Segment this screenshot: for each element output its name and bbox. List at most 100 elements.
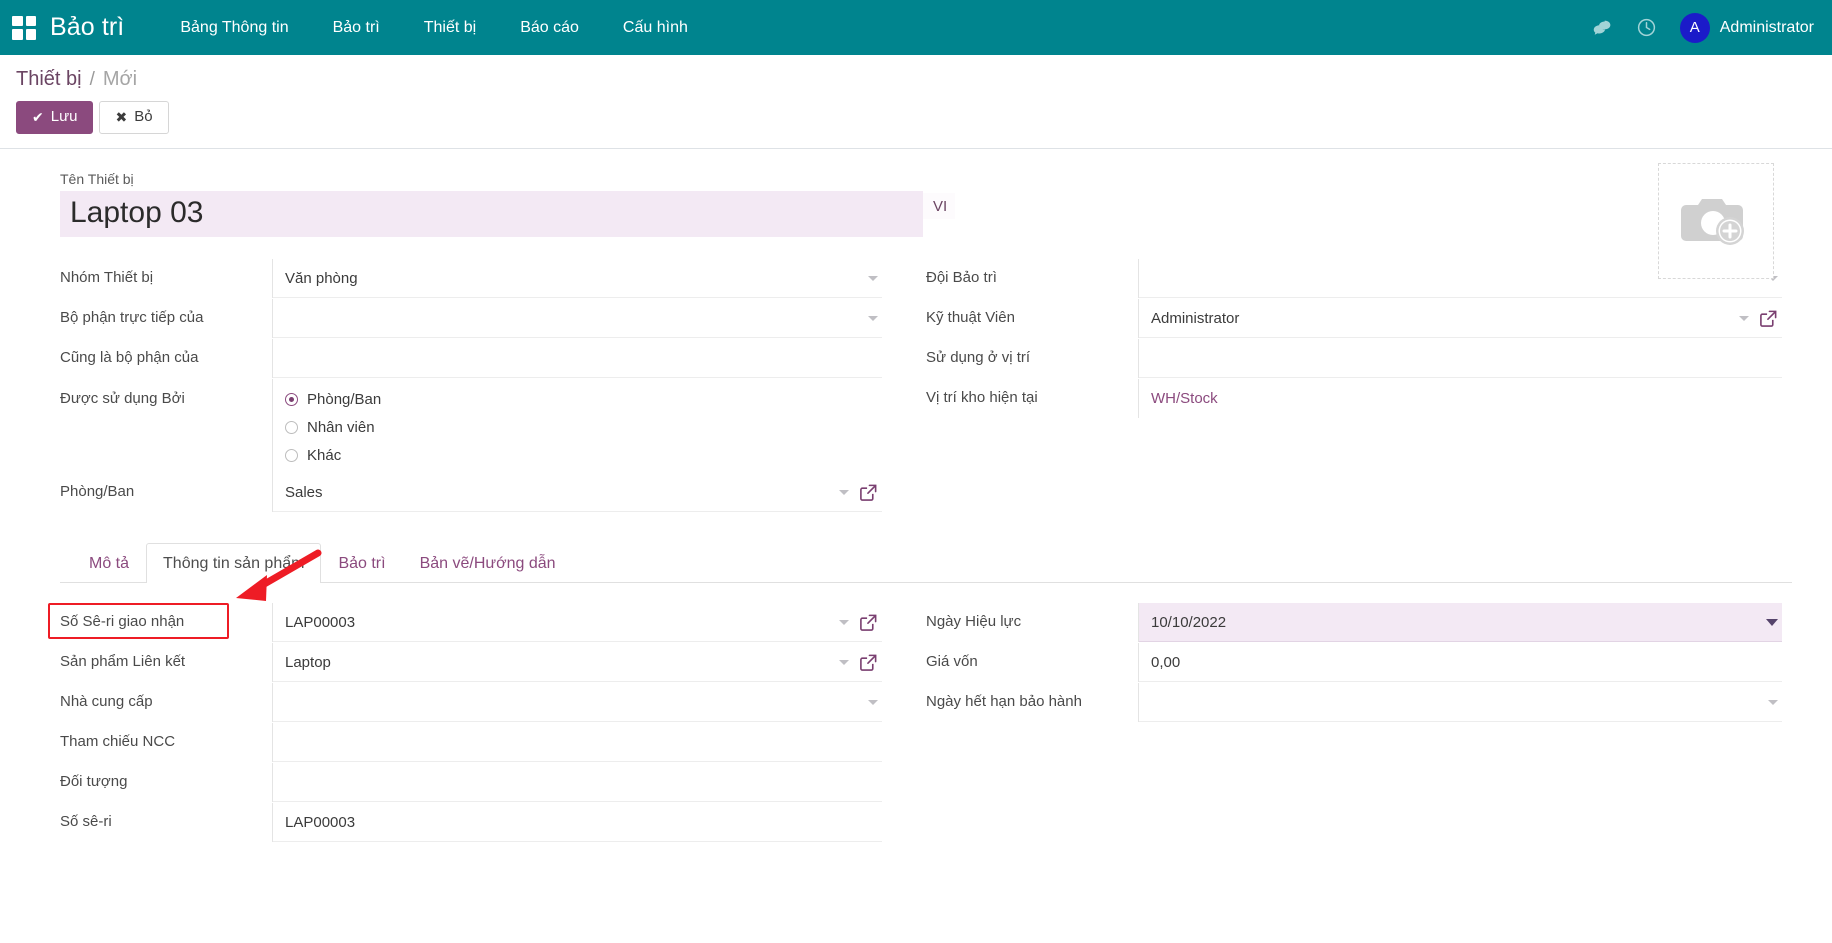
discard-button-label: Bỏ <box>134 108 153 125</box>
title-block: Tên Thiết bị VI <box>60 163 1792 279</box>
equipment-category-input-line[interactable] <box>273 259 882 298</box>
main-menu: Bảng Thông tin Bảo trì Thiết bị Báo cáo … <box>158 0 710 55</box>
chevron-down-icon[interactable] <box>839 619 849 625</box>
field-control <box>1138 643 1782 682</box>
breadcrumb-separator: / <box>89 69 95 90</box>
field-label: Cũng là bộ phận của <box>60 349 199 366</box>
menu-item-reporting[interactable]: Báo cáo <box>498 0 601 55</box>
technician-input[interactable] <box>1151 309 1729 327</box>
field-control <box>272 299 882 338</box>
vendor-reference-input-line[interactable] <box>273 723 882 762</box>
field-current-stock-location: Vị trí kho hiện tại WH/Stock <box>926 379 1782 419</box>
product-info-group: Số Sê-ri giao nhận LAP00003 Sản phẩm Liê… <box>60 603 1792 843</box>
equipment-name-row: VI <box>60 191 1792 237</box>
delivery-serial-input[interactable] <box>285 613 829 631</box>
user-name-label: Administrator <box>1719 18 1814 36</box>
chevron-down-icon[interactable] <box>839 489 849 495</box>
field-effective-date: Ngày Hiệu lực <box>926 603 1782 643</box>
warranty-expiration-input[interactable] <box>1151 693 1758 711</box>
apps-grid-square <box>25 29 36 40</box>
field-control <box>1138 339 1782 378</box>
direct-part-of-input[interactable] <box>285 309 858 327</box>
vendor-input-line[interactable] <box>273 683 882 722</box>
equipment-photo-upload[interactable] <box>1658 163 1774 279</box>
breadcrumb-current: Mới <box>102 68 138 90</box>
model-input[interactable] <box>285 773 878 791</box>
app-brand-title[interactable]: Bảo trì <box>50 13 124 42</box>
discard-button[interactable]: ✖ Bỏ <box>99 101 169 135</box>
department-input[interactable] <box>285 483 829 501</box>
notebook: Mô tả Thông tin sản phẩm Bảo trì Bản vẽ/… <box>48 543 1792 843</box>
field-label: Vị trí kho hiện tại <box>926 389 1038 406</box>
internal-link-icon[interactable] <box>859 653 878 672</box>
tab-drawings-manuals[interactable]: Bản vẽ/Hướng dẫn <box>403 543 573 583</box>
also-part-of-input[interactable] <box>285 349 878 367</box>
chevron-down-icon[interactable] <box>1768 699 1778 705</box>
tab-product-information[interactable]: Thông tin sản phẩm <box>146 543 322 583</box>
product-info-right-column: Ngày Hiệu lực Giá vốn <box>926 603 1792 843</box>
translation-lang-badge[interactable]: VI <box>923 193 956 219</box>
internal-link-icon[interactable] <box>1759 309 1778 328</box>
field-cost: Giá vốn <box>926 643 1782 683</box>
chevron-down-icon[interactable] <box>839 659 849 665</box>
chevron-down-icon[interactable] <box>1766 618 1778 626</box>
technician-input-line[interactable] <box>1139 299 1782 338</box>
effective-date-input-line[interactable] <box>1139 603 1782 642</box>
tab-description[interactable]: Mô tả <box>72 543 146 583</box>
department-input-line[interactable] <box>273 473 882 512</box>
field-label: Tham chiếu NCC <box>60 733 176 750</box>
menu-item-maintenance[interactable]: Bảo trì <box>311 0 402 55</box>
chevron-down-icon[interactable] <box>868 315 878 321</box>
cost-input[interactable] <box>1151 653 1778 671</box>
radio-option-other[interactable]: Khác <box>285 441 882 469</box>
used-in-location-input[interactable] <box>1151 349 1778 367</box>
user-menu[interactable]: A Administrator <box>1672 12 1814 43</box>
close-icon: ✖ <box>115 109 128 126</box>
serial-number-input-line[interactable] <box>273 803 882 842</box>
linked-product-input[interactable] <box>285 653 829 671</box>
equipment-name-label: Tên Thiết bị <box>60 171 134 187</box>
vendor-reference-input[interactable] <box>285 733 878 751</box>
internal-link-icon[interactable] <box>859 613 878 632</box>
apps-grid-square <box>25 15 36 26</box>
breadcrumb-root[interactable]: Thiết bị <box>16 68 82 91</box>
radio-option-department[interactable]: Phòng/Ban <box>285 385 882 413</box>
delivery-serial-input-line[interactable] <box>273 603 882 642</box>
effective-date-input[interactable] <box>1151 613 1756 631</box>
linked-product-input-line[interactable] <box>273 643 882 682</box>
menu-item-configuration[interactable]: Cấu hình <box>601 0 710 55</box>
vendor-input[interactable] <box>285 693 858 711</box>
field-label: Ngày Hiệu lực <box>926 613 1022 630</box>
radio-option-employee[interactable]: Nhân viên <box>285 413 882 441</box>
menu-item-dashboard[interactable]: Bảng Thông tin <box>158 0 310 55</box>
apps-grid-icon[interactable] <box>12 15 36 40</box>
chat-bubble-icon[interactable] <box>1584 9 1622 47</box>
form-sheet: Tên Thiết bị VI Nhóm Thiết bị <box>0 149 1832 943</box>
used-in-location-input-line[interactable] <box>1139 339 1782 378</box>
serial-number-input[interactable] <box>285 813 878 831</box>
chevron-down-icon[interactable] <box>868 275 878 281</box>
warranty-expiration-input-line[interactable] <box>1139 683 1782 722</box>
save-button[interactable]: ✔ Lưu <box>16 101 94 135</box>
menu-item-equipment[interactable]: Thiết bị <box>402 0 498 55</box>
field-label: Số sê-ri <box>60 813 112 830</box>
field-label: Giá vốn <box>926 653 978 670</box>
cost-input-line[interactable] <box>1139 643 1782 682</box>
field-control <box>272 683 882 722</box>
current-stock-location-link[interactable]: WH/Stock <box>1151 390 1218 407</box>
chevron-down-icon[interactable] <box>1739 315 1749 321</box>
internal-link-icon[interactable] <box>859 483 878 502</box>
model-input-line[interactable] <box>273 763 882 802</box>
chevron-down-icon[interactable] <box>868 699 878 705</box>
field-also-part-of: Cũng là bộ phận của <box>60 339 882 379</box>
also-part-of-input-line[interactable] <box>273 339 882 378</box>
equipment-name-input[interactable] <box>60 191 923 237</box>
field-control <box>272 803 882 842</box>
radio-label: Khác <box>307 446 342 464</box>
radio-label: Nhân viên <box>307 418 375 436</box>
direct-part-of-input-line[interactable] <box>273 299 882 338</box>
product-info-left-column: Số Sê-ri giao nhận LAP00003 Sản phẩm Liê… <box>60 603 926 843</box>
equipment-category-input[interactable] <box>285 269 858 287</box>
tab-maintenance[interactable]: Bảo trì <box>321 543 402 583</box>
clock-icon[interactable] <box>1628 9 1666 47</box>
